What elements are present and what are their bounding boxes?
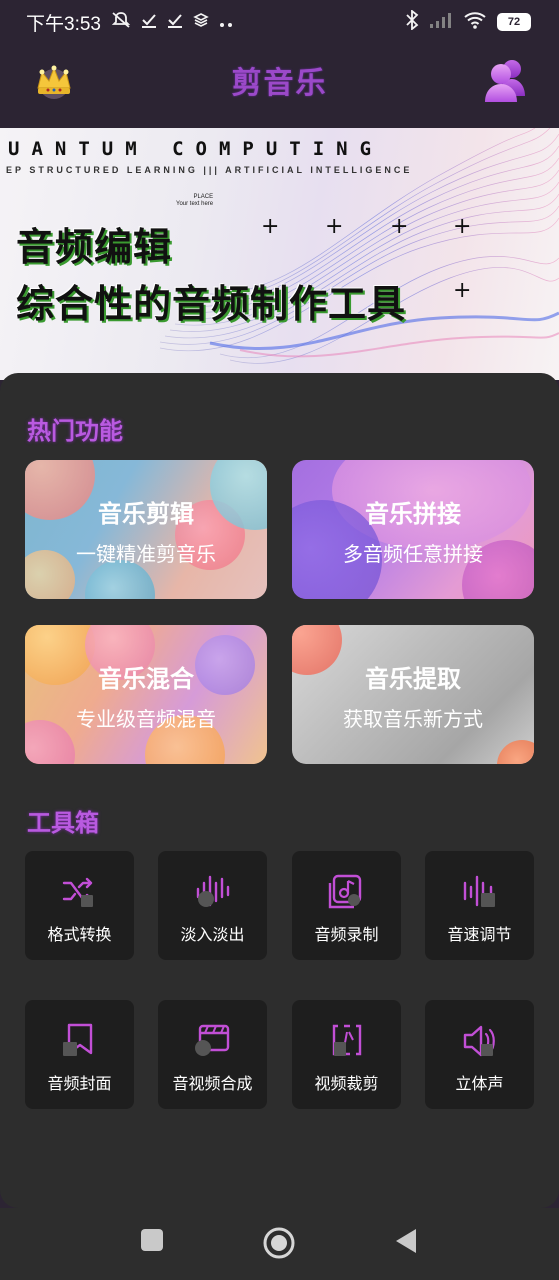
card-title: 音乐提取 <box>365 665 461 693</box>
banner-place-line1: PLACE <box>193 194 214 200</box>
tool-video-crop[interactable]: 视频裁剪 <box>292 1000 401 1109</box>
tool-audio-record[interactable]: 音频录制 <box>292 851 401 960</box>
tool-label: 音频录制 <box>314 925 379 944</box>
card-subtitle: 一键精准剪音乐 <box>76 542 216 566</box>
music-record-icon <box>328 874 362 909</box>
tool-label: 音视频合成 <box>172 1074 253 1093</box>
signal-icon <box>429 11 453 33</box>
status-time: 下午3:53 <box>26 13 101 35</box>
app-header: 剪音乐 <box>0 44 559 128</box>
tool-fade-in-out[interactable]: 淡入淡出 <box>158 851 267 960</box>
back-triangle-icon[interactable] <box>394 1228 418 1258</box>
home-circle-icon[interactable] <box>262 1226 296 1264</box>
crop-frame-icon <box>332 1024 362 1056</box>
tool-label: 格式转换 <box>47 925 112 944</box>
plus-decoration: + <box>453 278 472 303</box>
clapper-icon <box>195 1024 230 1056</box>
banner-headline: UANTUM COMPUTING <box>8 138 384 160</box>
banner-place-text: PLACE Your text here <box>176 194 213 208</box>
tool-label: 音频封面 <box>47 1074 112 1093</box>
promo-banner[interactable]: UANTUM COMPUTING EP STRUCTURED LEARNING … <box>0 128 559 380</box>
tool-av-compose[interactable]: 音视频合成 <box>158 1000 267 1109</box>
hot-features-title: 热门功能 <box>27 417 123 445</box>
tool-audio-cover[interactable]: 音频封面 <box>25 1000 134 1109</box>
plus-decoration: + <box>325 214 344 239</box>
banner-title-line1: 音频编辑 <box>16 225 173 269</box>
plus-decoration: + <box>390 214 409 239</box>
status-left: 下午3:53 <box>26 9 235 36</box>
check-icon <box>141 12 157 32</box>
tool-speed-adjust[interactable]: 音速调节 <box>425 851 534 960</box>
banner-place-line2: Your text here <box>176 201 214 207</box>
banner-subline: EP STRUCTURED LEARNING ||| ARTIFICIAL IN… <box>6 165 413 175</box>
card-subtitle: 专业级音频混音 <box>76 707 216 731</box>
mute-icon <box>111 11 131 33</box>
user-group-icon[interactable] <box>481 56 531 104</box>
banner-title-line2: 综合性的音频制作工具 <box>16 282 407 326</box>
toolbox-title: 工具箱 <box>27 809 99 837</box>
card-title: 音乐拼接 <box>365 500 461 528</box>
tool-stereo[interactable]: 立体声 <box>425 1000 534 1109</box>
status-right: 72 <box>405 9 531 34</box>
speaker-icon <box>463 1025 495 1057</box>
card-title: 音乐混合 <box>98 665 194 693</box>
tool-label: 音速调节 <box>447 925 512 944</box>
more-dots-icon <box>219 13 235 32</box>
tool-label: 立体声 <box>455 1074 504 1093</box>
check-icon <box>167 12 183 32</box>
main-panel: 热门功能 音乐剪辑 一键精准剪音乐 音乐拼接 多音频任意拼接 音乐混合 专业级音… <box>0 373 559 1208</box>
tool-label: 淡入淡出 <box>180 925 245 944</box>
card-music-mix[interactable]: 音乐混合 专业级音频混音 <box>25 625 267 764</box>
tool-label: 视频裁剪 <box>314 1074 379 1093</box>
plus-decoration: + <box>261 214 280 239</box>
recents-square-icon[interactable] <box>140 1228 164 1256</box>
bluetooth-icon <box>405 9 419 34</box>
bookmark-cover-icon <box>63 1023 93 1056</box>
app-title: 剪音乐 <box>231 66 328 101</box>
wifi-icon <box>463 11 487 33</box>
layers-icon <box>193 12 209 32</box>
battery-icon: 72 <box>497 13 531 31</box>
system-nav-bar <box>0 1208 559 1280</box>
card-music-edit[interactable]: 音乐剪辑 一键精准剪音乐 <box>25 460 267 599</box>
card-music-extract[interactable]: 音乐提取 获取音乐新方式 <box>292 625 534 764</box>
card-subtitle: 获取音乐新方式 <box>343 707 483 731</box>
plus-decoration: + <box>453 214 472 239</box>
card-music-join[interactable]: 音乐拼接 多音频任意拼接 <box>292 460 534 599</box>
shuffle-convert-icon <box>62 877 93 907</box>
card-subtitle: 多音频任意拼接 <box>343 542 483 566</box>
fade-wave-icon <box>196 875 230 907</box>
speed-bars-icon <box>463 875 495 907</box>
status-bar: 下午3:53 72 <box>0 0 559 44</box>
tool-format-convert[interactable]: 格式转换 <box>25 851 134 960</box>
card-title: 音乐剪辑 <box>98 500 194 528</box>
